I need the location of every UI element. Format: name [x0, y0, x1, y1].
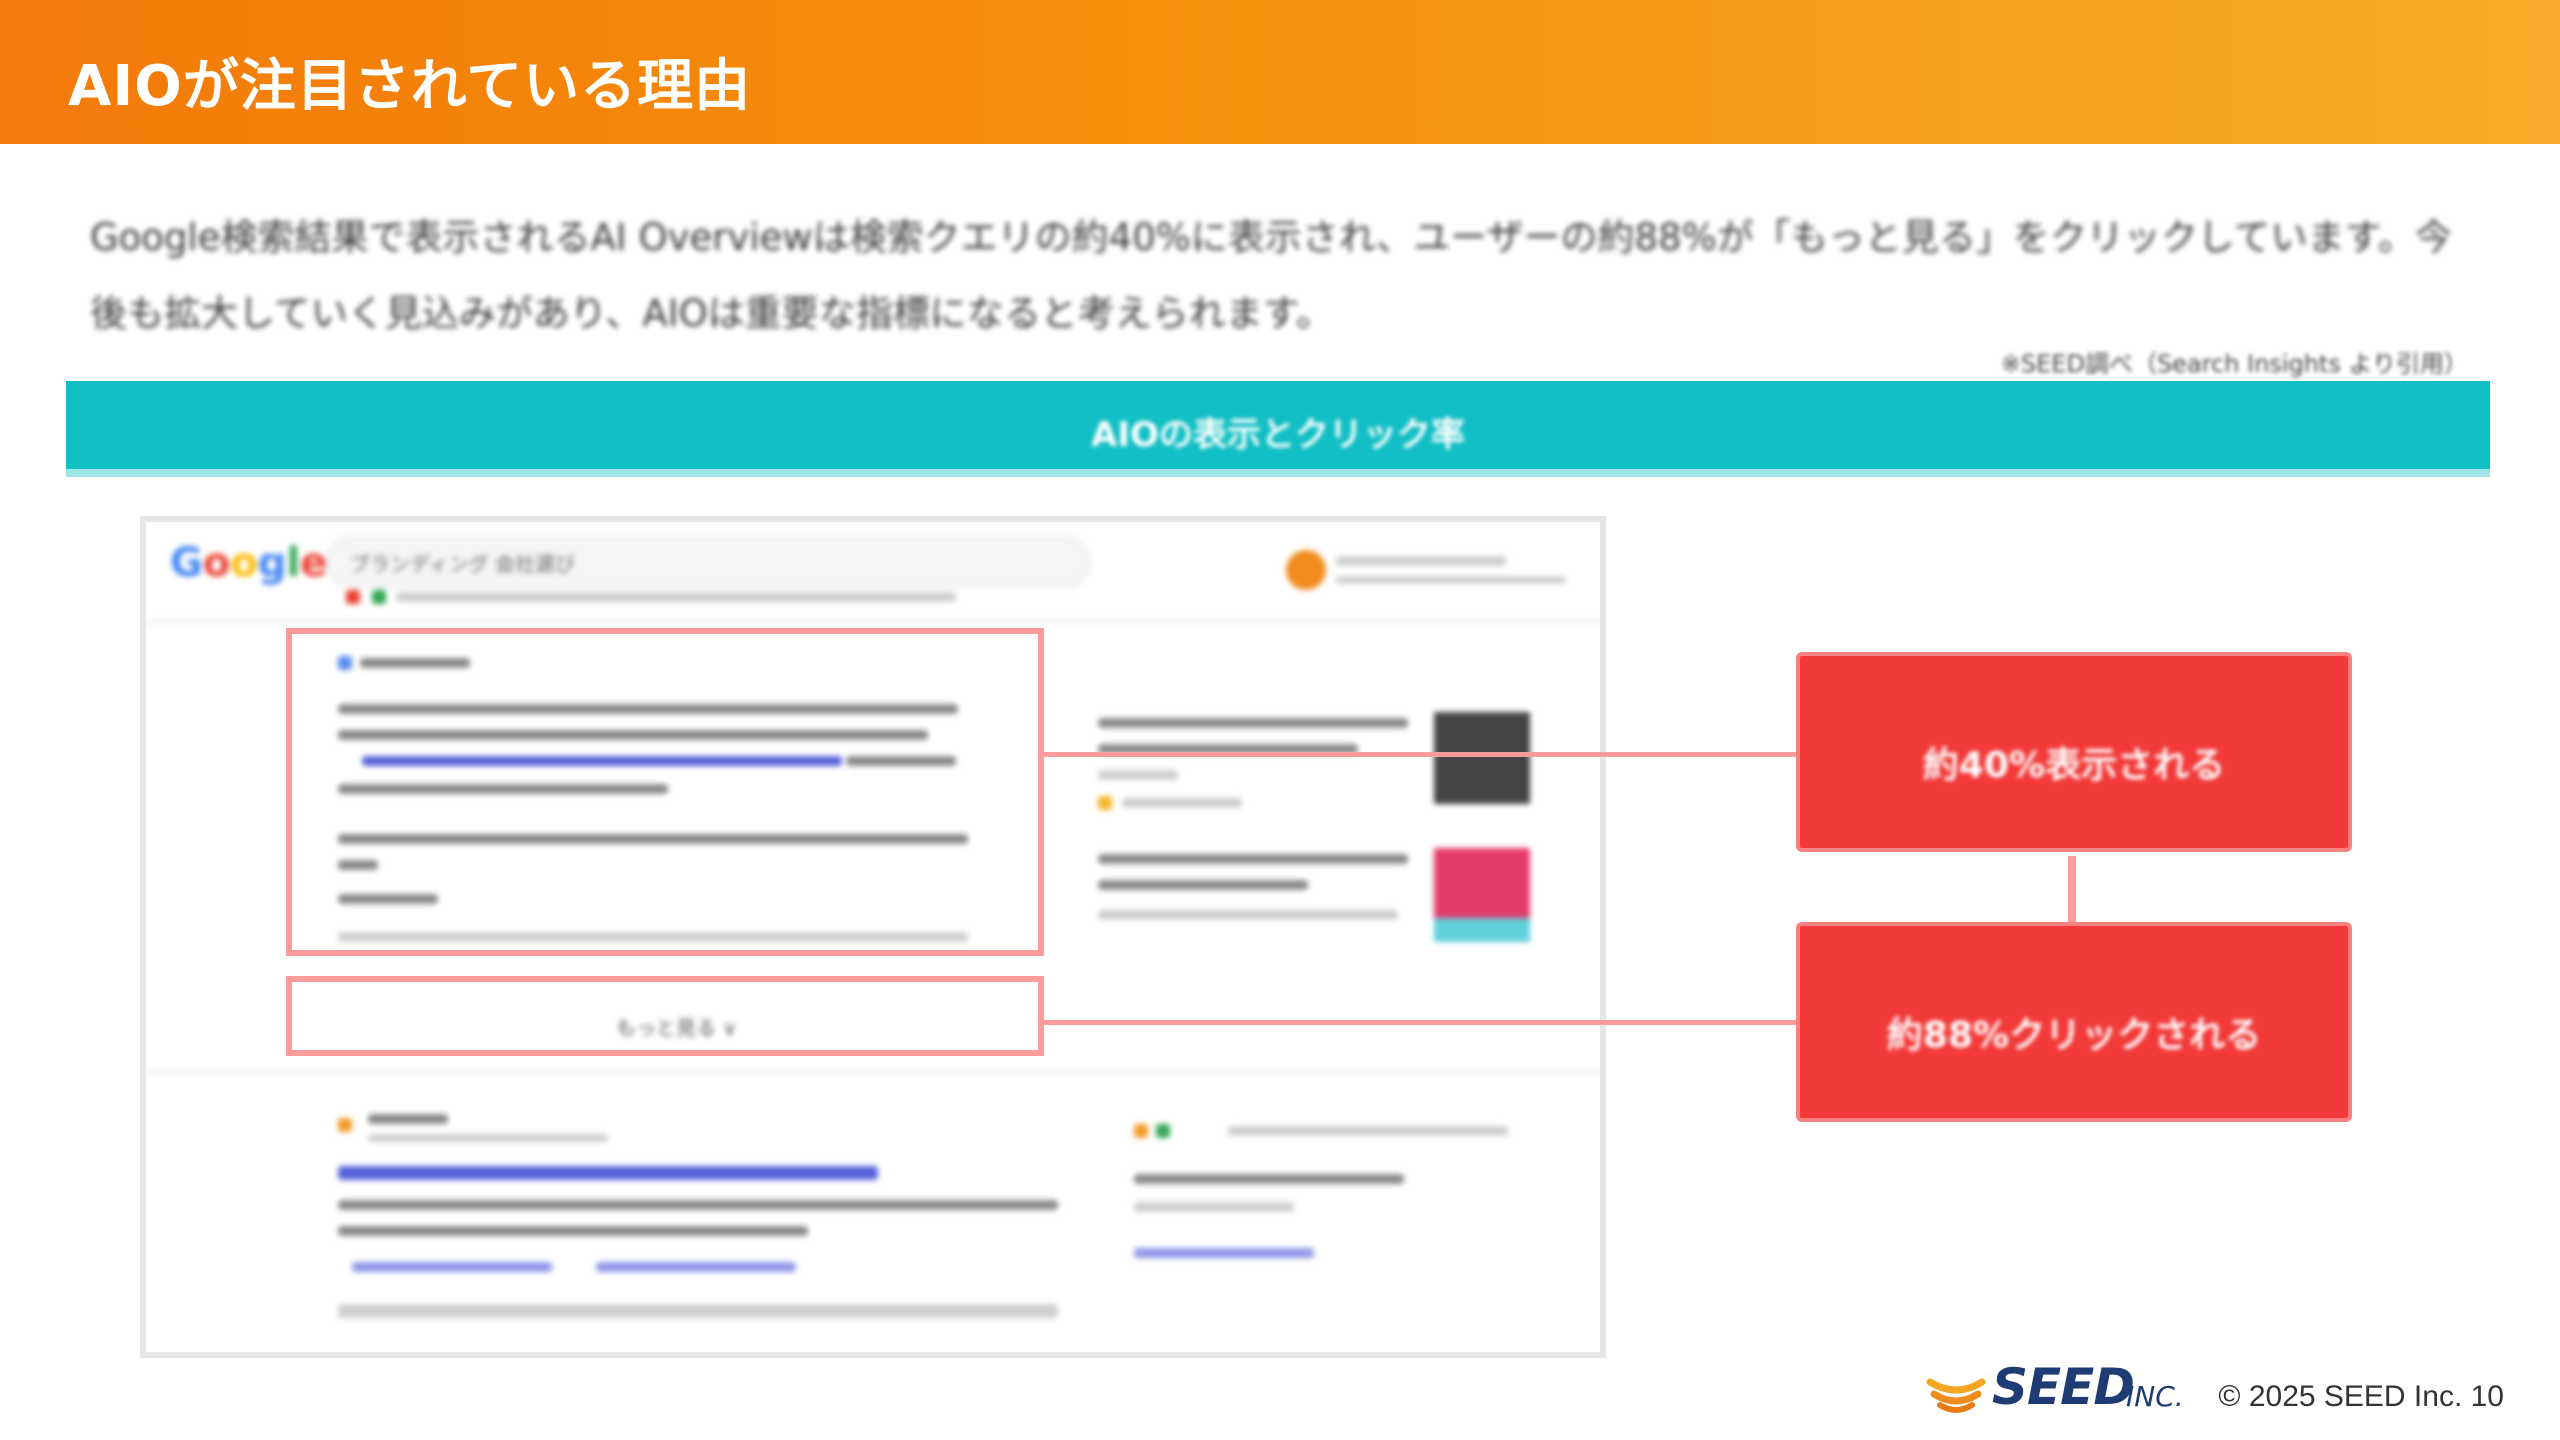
intro-paragraph: Google検索結果で表示されるAI Overviewは検索クエリの約40%に表…	[90, 216, 2452, 335]
card-meta	[1098, 910, 1398, 920]
result-snippet	[338, 1200, 1058, 1210]
card-title	[1098, 718, 1408, 728]
callout-connector	[2068, 856, 2076, 922]
card-thumbnail-strip	[1434, 918, 1530, 942]
callout-display-rate-label: 約40%表示される	[1922, 745, 2226, 786]
panel-meta	[1228, 1126, 1508, 1136]
logo-letter: g	[257, 540, 287, 586]
logo-letter: o	[202, 540, 231, 586]
logo-letter: e	[300, 540, 328, 586]
card-favicon	[1098, 796, 1112, 810]
search-input[interactable]: ブランディング 会社選び	[326, 536, 1090, 588]
result-site	[368, 1114, 448, 1124]
connector-line-top	[1044, 752, 1796, 757]
slide-title: AIOが注目されている理由	[68, 54, 752, 119]
card-title	[1098, 854, 1408, 864]
copyright-page-number: © 2025 SEED Inc. 10	[2218, 1380, 2504, 1413]
google-logo: Google	[170, 540, 327, 586]
account-text	[1336, 556, 1506, 566]
seed-logo-icon	[1926, 1378, 1986, 1413]
panel-line	[1134, 1202, 1294, 1212]
seed-logo-word: SEED	[1992, 1358, 2135, 1416]
section-bar: AIOの表示とクリック率	[66, 381, 2490, 477]
result-sitelink	[352, 1262, 552, 1272]
logo-letter: l	[286, 540, 301, 586]
result-snippet	[338, 1226, 808, 1236]
divider	[146, 1070, 1600, 1073]
callout-click-rate-label: 約88%クリックされる	[1886, 1015, 2262, 1056]
callout-click-rate: 約88%クリックされる	[1796, 922, 2352, 1122]
card-meta	[1098, 770, 1178, 780]
tab-icon	[346, 590, 360, 604]
card-title	[1098, 880, 1308, 890]
divider	[146, 620, 1600, 623]
panel-icon	[1134, 1124, 1148, 1138]
result-favicon	[338, 1118, 352, 1132]
more-button-highlight	[286, 976, 1044, 1056]
tab-icon	[372, 590, 386, 604]
connector-line-bottom	[1044, 1020, 1796, 1025]
account-text	[1336, 576, 1566, 584]
logo-letter: o	[230, 540, 258, 586]
panel-link	[1134, 1248, 1314, 1258]
source-note: ※SEED調べ（Search Insights より引用）	[2000, 350, 2468, 378]
panel-icon	[1156, 1124, 1170, 1138]
seed-logo-suffix: INC.	[2126, 1380, 2184, 1413]
card-meta	[1122, 798, 1242, 808]
seed-logo: SEED INC.	[1924, 1356, 2204, 1416]
result-pagination	[338, 1304, 1058, 1318]
ai-overview-highlight	[286, 628, 1044, 956]
card-thumbnail	[1434, 712, 1530, 804]
result-url	[368, 1134, 608, 1142]
callout-display-rate: 約40%表示される	[1796, 652, 2352, 852]
result-title-link	[338, 1166, 878, 1180]
logo-letter: G	[170, 540, 203, 586]
slide-header: AIOが注目されている理由	[0, 0, 2560, 144]
section-bar-label: AIOの表示とクリック率	[1091, 415, 1465, 455]
tab-row	[396, 592, 956, 602]
panel-line	[1134, 1174, 1404, 1184]
search-query: ブランディング 会社選び	[350, 552, 575, 576]
avatar[interactable]	[1286, 550, 1326, 590]
result-sitelink	[596, 1262, 796, 1272]
